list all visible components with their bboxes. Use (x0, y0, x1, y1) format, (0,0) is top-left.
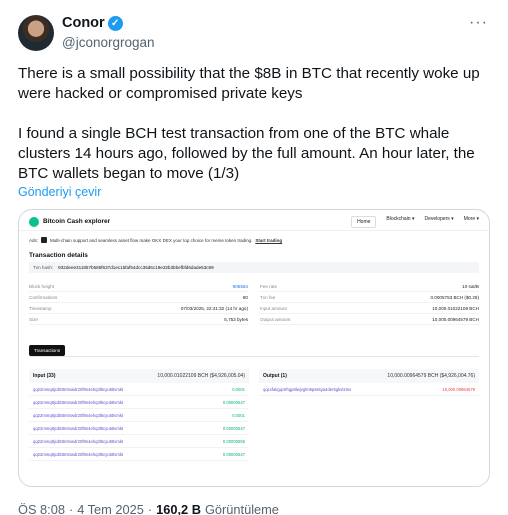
details-title: Transaction details (29, 252, 88, 259)
ad-link: Start trading (255, 237, 283, 243)
detail-row: Txn fee 0.0005753 BCH ($0.28) (260, 292, 479, 303)
verified-badge-icon: ✓ (107, 15, 123, 31)
detail-value: 0.0005753 BCH ($0.28) (430, 294, 479, 300)
detail-key: Confirmations (29, 294, 58, 300)
details-left: Block height 905564 Confirmations 80 Times… (29, 281, 248, 325)
address: qq22mmq8jcd5ttmtnwdr20f8n4ehq3l5cyu5ttvm… (33, 399, 124, 405)
menu-more: More ▾ (463, 215, 479, 222)
menu-developers: Developers ▾ (424, 215, 454, 222)
inputs-header: Input (33) 10,000.01022109 BCH ($4,926,0… (29, 369, 249, 383)
inputs-title: Input (33) (33, 373, 56, 379)
detail-key: Txn fee (260, 294, 276, 300)
detail-value: 5,753 bytes (224, 316, 248, 322)
ad-banner: Ads: Multi-chain support and seamless as… (19, 231, 489, 243)
tweet-paragraph-1: There is a small possibility that the $8… (18, 65, 480, 102)
outputs-list: qqcxfakgqc8hgp8lwjvglm9pss5ya4der5gkvtzt… (259, 383, 479, 396)
detail-key: Output amount (260, 316, 291, 322)
detail-value: 10 sat/B (462, 283, 479, 289)
detail-row: Fee rate 10 sat/B (260, 281, 479, 292)
amount: 0.00000555 (222, 438, 245, 444)
okx-icon (41, 237, 48, 243)
io-row: qq22mmq8jcd5ttmtnwdr20f8n4ehq3l5cyu5ttvm… (29, 422, 249, 435)
address: qq22mmq8jcd5ttmtnwdr20f8n4ehq3l5cyu5ttvm… (33, 412, 124, 418)
tabs-bar: Transactions (29, 345, 479, 357)
outputs-total: 10,000.00964579 BCH ($4,926,004.76) (387, 373, 475, 379)
attached-image[interactable]: Bitcoin Cash explorer Home Blockchain ▾ … (18, 209, 490, 487)
explorer-title: Bitcoin Cash explorer (43, 218, 111, 225)
ad-text: Multi-chain support and seamless asset f… (50, 237, 253, 243)
view-count: 160,2 B (156, 502, 201, 515)
tweet-footer: ÖS 8:08 · 4 Tem 2025 · 160,2 B Görüntüle… (18, 502, 279, 515)
detail-row: Confirmations 80 (29, 292, 248, 303)
detail-value: 10,000.00964579 BCH (432, 316, 479, 322)
detail-row: Output amount 10,000.00964579 BCH (260, 314, 479, 325)
detail-row: Size 5,753 bytes (29, 314, 248, 325)
author-name-row: Conor ✓ (62, 15, 123, 31)
address: qq22mmq8jcd5ttmtnwdr20f8n4ehq3l5cyu5ttvm… (33, 438, 124, 444)
post-time[interactable]: ÖS 8:08 (18, 502, 65, 515)
detail-key: Input amount (260, 305, 287, 311)
detail-value: 07/03/2025, 22:41:32 (14 hr ago) (180, 305, 248, 311)
amount: 0.00000547 (222, 451, 245, 457)
detail-key: Timestamp (29, 305, 52, 311)
tx-hash-row: Txn hash: 932deee311857b585f637d1ec15faf… (29, 262, 479, 273)
explorer-navbar: Bitcoin Cash explorer Home Blockchain ▾ … (19, 213, 489, 231)
outputs-column: Output (1) 10,000.00964579 BCH ($4,926,0… (259, 369, 479, 461)
author-handle[interactable]: @jconorgrogan (62, 35, 155, 50)
inputs-outputs: Input (33) 10,000.01022109 BCH ($4,926,0… (29, 369, 479, 461)
detail-key: Size (29, 316, 38, 322)
details-grid: Block height 905564 Confirmations 80 Times… (29, 281, 479, 325)
inputs-list: qq22mmq8jcd5ttmtnwdr20f8n4ehq3l5cyu5ttvm… (29, 383, 249, 461)
io-row: qqcxfakgqc8hgp8lwjvglm9pss5ya4der5gkvtzt… (259, 383, 479, 396)
detail-key: Fee rate (260, 283, 278, 289)
detail-value: 10,000.01022109 BCH (432, 305, 479, 311)
address: qqcxfakgqc8hgp8lwjvglm9pss5ya4der5gkvtzt… (263, 386, 352, 392)
tweet-paragraph-2: I found a single BCH test transaction fr… (18, 125, 475, 182)
separator: · (68, 502, 74, 515)
outputs-title: Output (1) (263, 373, 287, 379)
detail-row: Timestamp 07/03/2025, 22:41:32 (14 hr ago… (29, 303, 248, 314)
detail-value: 80 (242, 294, 248, 300)
io-row: qq22mmq8jcd5ttmtnwdr20f8n4ehq3l5cyu5ttvm… (29, 448, 249, 461)
io-row: qq22mmq8jcd5ttmtnwdr20f8n4ehq3l5cyu5ttvm… (29, 435, 249, 448)
io-row: qq22mmq8jcd5ttmtnwdr20f8n4ehq3l5cyu5ttvm… (29, 396, 249, 409)
io-row: qq22mmq8jcd5ttmtnwdr20f8n4ehq3l5cyu5ttvm… (29, 409, 249, 422)
amount: 0.0001 (232, 412, 245, 418)
address: qq22mmq8jcd5ttmtnwdr20f8n4ehq3l5cyu5ttvm… (33, 451, 124, 457)
detail-row: Block height 905564 (29, 281, 248, 292)
detail-value: 905564 (232, 283, 248, 289)
avatar[interactable] (18, 15, 54, 51)
inputs-total: 10,000.01022109 BCH ($4,926,005.04) (157, 373, 245, 379)
io-row: qq22mmq8jcd5ttmtnwdr20f8n4ehq3l5cyu5ttvm… (29, 383, 249, 396)
view-label: Görüntüleme (204, 502, 279, 515)
tweet-text: There is a small possibility that the $8… (18, 64, 496, 204)
detail-key: Block height (29, 283, 55, 289)
inputs-column: Input (33) 10,000.01022109 BCH ($4,926,0… (29, 369, 249, 461)
author-name[interactable]: Conor (62, 15, 105, 31)
hash-value: 932deee311857b585f637d1ec15faf54dcc35d6c… (58, 265, 214, 270)
detail-row: Input amount 10,000.01022109 BCH (260, 303, 479, 314)
more-options-icon[interactable]: ··· (469, 14, 488, 32)
tab-transactions: Transactions (29, 345, 66, 356)
amount: 0.0001 (232, 386, 245, 392)
explorer-menu: Home Blockchain ▾ Developers ▾ More ▾ (351, 215, 479, 228)
ad-prefix: Ads: (29, 237, 39, 243)
address: qq22mmq8jcd5ttmtnwdr20f8n4ehq3l5cyu5ttvm… (33, 386, 124, 392)
bch-logo-icon (29, 216, 39, 227)
amount: 0.00000547 (222, 425, 245, 431)
outputs-header: Output (1) 10,000.00964579 BCH ($4,926,0… (259, 369, 479, 383)
amount: 10,000.00964579 (442, 386, 475, 392)
menu-blockchain: Blockchain ▾ (386, 215, 415, 222)
translate-link[interactable]: Gönderiyi çevir (18, 185, 101, 199)
post-date[interactable]: 4 Tem 2025 (77, 502, 144, 515)
address: qq22mmq8jcd5ttmtnwdr20f8n4ehq3l5cyu5ttvm… (33, 425, 124, 431)
separator: · (147, 502, 153, 515)
menu-home: Home (351, 215, 377, 228)
details-right: Fee rate 10 sat/B Txn fee 0.0005753 BCH ($… (260, 281, 479, 325)
hash-label: Txn hash: (33, 265, 54, 270)
amount: 0.00000547 (222, 399, 245, 405)
